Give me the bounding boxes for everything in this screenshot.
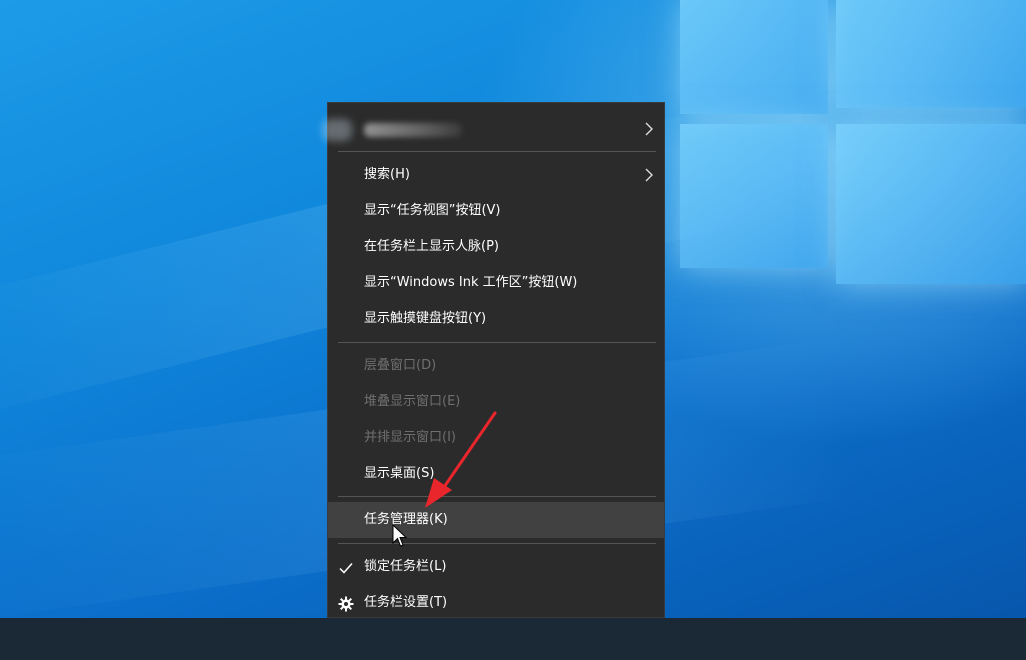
menu-item-show-task-view-button[interactable]: 显示“任务视图”按钮(V): [328, 193, 664, 229]
menu-item-label: 层叠窗口(D): [364, 358, 437, 373]
chevron-right-icon: [645, 122, 653, 136]
menu-item-label: 锁定任务栏(L): [364, 559, 447, 574]
blurred-app-icon: [322, 119, 352, 141]
menu-item-taskbar-settings[interactable]: 任务栏设置(T): [328, 585, 664, 621]
menu-separator: [338, 543, 656, 544]
menu-item-label: 在任务栏上显示人脉(P): [364, 239, 499, 254]
taskbar[interactable]: [0, 618, 1026, 660]
menu-separator: [338, 342, 656, 343]
menu-item-lock-taskbar[interactable]: 锁定任务栏(L): [328, 549, 664, 585]
menu-separator: [338, 151, 656, 152]
gear-icon: [338, 596, 354, 612]
menu-item-label: 任务栏设置(T): [364, 595, 448, 610]
taskbar-context-menu: 搜索(H) 显示“任务视图”按钮(V) 在任务栏上显示人脉(P) 显示“Wind…: [322, 102, 665, 621]
menu-item-show-touch-keyboard-button[interactable]: 显示触摸键盘按钮(Y): [328, 301, 664, 337]
red-arrow-annotation: [425, 411, 497, 508]
menu-item-label: 搜索(H): [364, 167, 410, 182]
menu-item-toolbar[interactable]: [322, 111, 664, 147]
windows-logo-graphic: [676, 0, 1026, 290]
check-icon: [339, 563, 353, 574]
menu-item-label: 显示“任务视图”按钮(V): [364, 203, 501, 218]
menu-item-cascade-windows: 层叠窗口(D): [328, 348, 664, 384]
menu-item-label: 显示“Windows Ink 工作区”按钮(W): [364, 275, 578, 290]
menu-item-show-windows-ink-button[interactable]: 显示“Windows Ink 工作区”按钮(W): [328, 265, 664, 301]
blurred-label: [364, 123, 462, 137]
chevron-right-icon: [645, 168, 653, 182]
menu-item-label: 显示触摸键盘按钮(Y): [364, 311, 487, 326]
mouse-cursor-icon: [392, 524, 408, 547]
menu-item-search[interactable]: 搜索(H): [328, 157, 664, 193]
menu-item-show-people[interactable]: 在任务栏上显示人脉(P): [328, 229, 664, 265]
